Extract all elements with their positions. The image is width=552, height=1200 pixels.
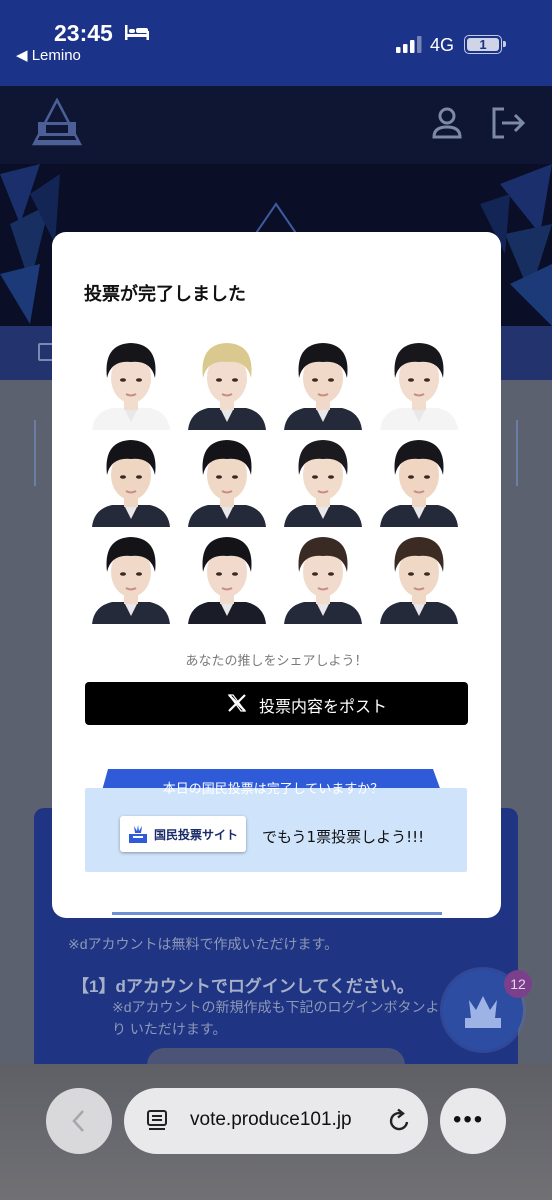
post-to-x-button[interactable]: 投票内容をポスト [85, 682, 468, 725]
battery-icon: 1 [464, 35, 506, 54]
trainee-portrait-icon [284, 537, 362, 624]
reload-icon[interactable] [386, 1108, 412, 1134]
trainee-portrait-icon [284, 440, 362, 527]
status-bar: 23:45 ◀ Lemino 4G 1 [0, 0, 552, 86]
trainee-portrait-icon [380, 537, 458, 624]
vote-cta-text: でもう1票投票しよう!!! [262, 828, 425, 846]
trainee-photo [280, 433, 366, 527]
login-step-note: ※dアカウントの新規作成も下記のログインボタンより いただけます。 [112, 999, 440, 1037]
vote-complete-modal: 投票が完了しました あなたの推しをシェアしよう！ 投票内容をポスト 本日の国民投… [52, 232, 501, 918]
site-header [0, 86, 552, 164]
produce101-logo[interactable] [32, 98, 82, 148]
browser-more-button[interactable]: ••• [440, 1088, 506, 1154]
share-caption: あなたの推しをシェアしよう！ [185, 654, 368, 669]
trainee-portrait-icon [188, 537, 266, 624]
trainee-photo [280, 336, 366, 430]
trainee-photo [88, 336, 174, 430]
trainee-portrait-icon [92, 537, 170, 624]
trainee-photo-grid [86, 336, 470, 626]
trainee-photo [376, 530, 462, 624]
login-step-heading: 【1】dアカウントでログインしてください。 [72, 977, 414, 996]
trainee-photo [184, 336, 270, 430]
trainee-portrait-icon [188, 343, 266, 430]
signal-icon [396, 36, 422, 53]
browser-back-button[interactable] [46, 1088, 112, 1154]
trainee-photo [184, 530, 270, 624]
status-time: 23:45 [54, 20, 113, 46]
back-to-app-link[interactable]: ◀ Lemino [16, 46, 81, 64]
trainee-portrait-icon [92, 440, 170, 527]
trainee-portrait-icon [380, 440, 458, 527]
x-logo-icon [227, 694, 247, 712]
site-button-label: 国民投票サイト [154, 828, 239, 842]
sleep-mode-icon [125, 25, 149, 40]
url-text: vote.produce101.jp [190, 1109, 352, 1130]
trainee-portrait-icon [188, 440, 266, 527]
address-bar[interactable]: vote.produce101.jp [124, 1088, 428, 1154]
trainee-photo [376, 433, 462, 527]
account-icon[interactable] [431, 106, 463, 140]
more-dots-icon: ••• [453, 1106, 485, 1133]
network-type: 4G [430, 35, 455, 55]
page-menu-icon[interactable] [146, 1109, 168, 1133]
trainee-portrait-icon [380, 343, 458, 430]
trainee-photo [88, 433, 174, 527]
battery-level: 1 [467, 38, 499, 51]
post-button-label: 投票内容をポスト [259, 697, 388, 716]
vote-count-badge: 12 [504, 970, 532, 998]
ballot-box-icon [129, 825, 147, 843]
trainee-photo [376, 336, 462, 430]
trainee-portrait-icon [92, 343, 170, 430]
logout-icon[interactable] [490, 106, 526, 140]
trainee-photo [184, 433, 270, 527]
trainee-photo [88, 530, 174, 624]
trainee-photo [280, 530, 366, 624]
account-note: ※dアカウントは無料で作成いただけます。 [68, 936, 339, 952]
national-vote-site-button[interactable]: 国民投票サイト [120, 816, 246, 852]
modal-title: 投票が完了しました [84, 284, 246, 305]
trainee-portrait-icon [284, 343, 362, 430]
chevron-left-icon [72, 1110, 84, 1132]
vote-question: 本日の国民投票は完了していますか？ [162, 782, 384, 797]
